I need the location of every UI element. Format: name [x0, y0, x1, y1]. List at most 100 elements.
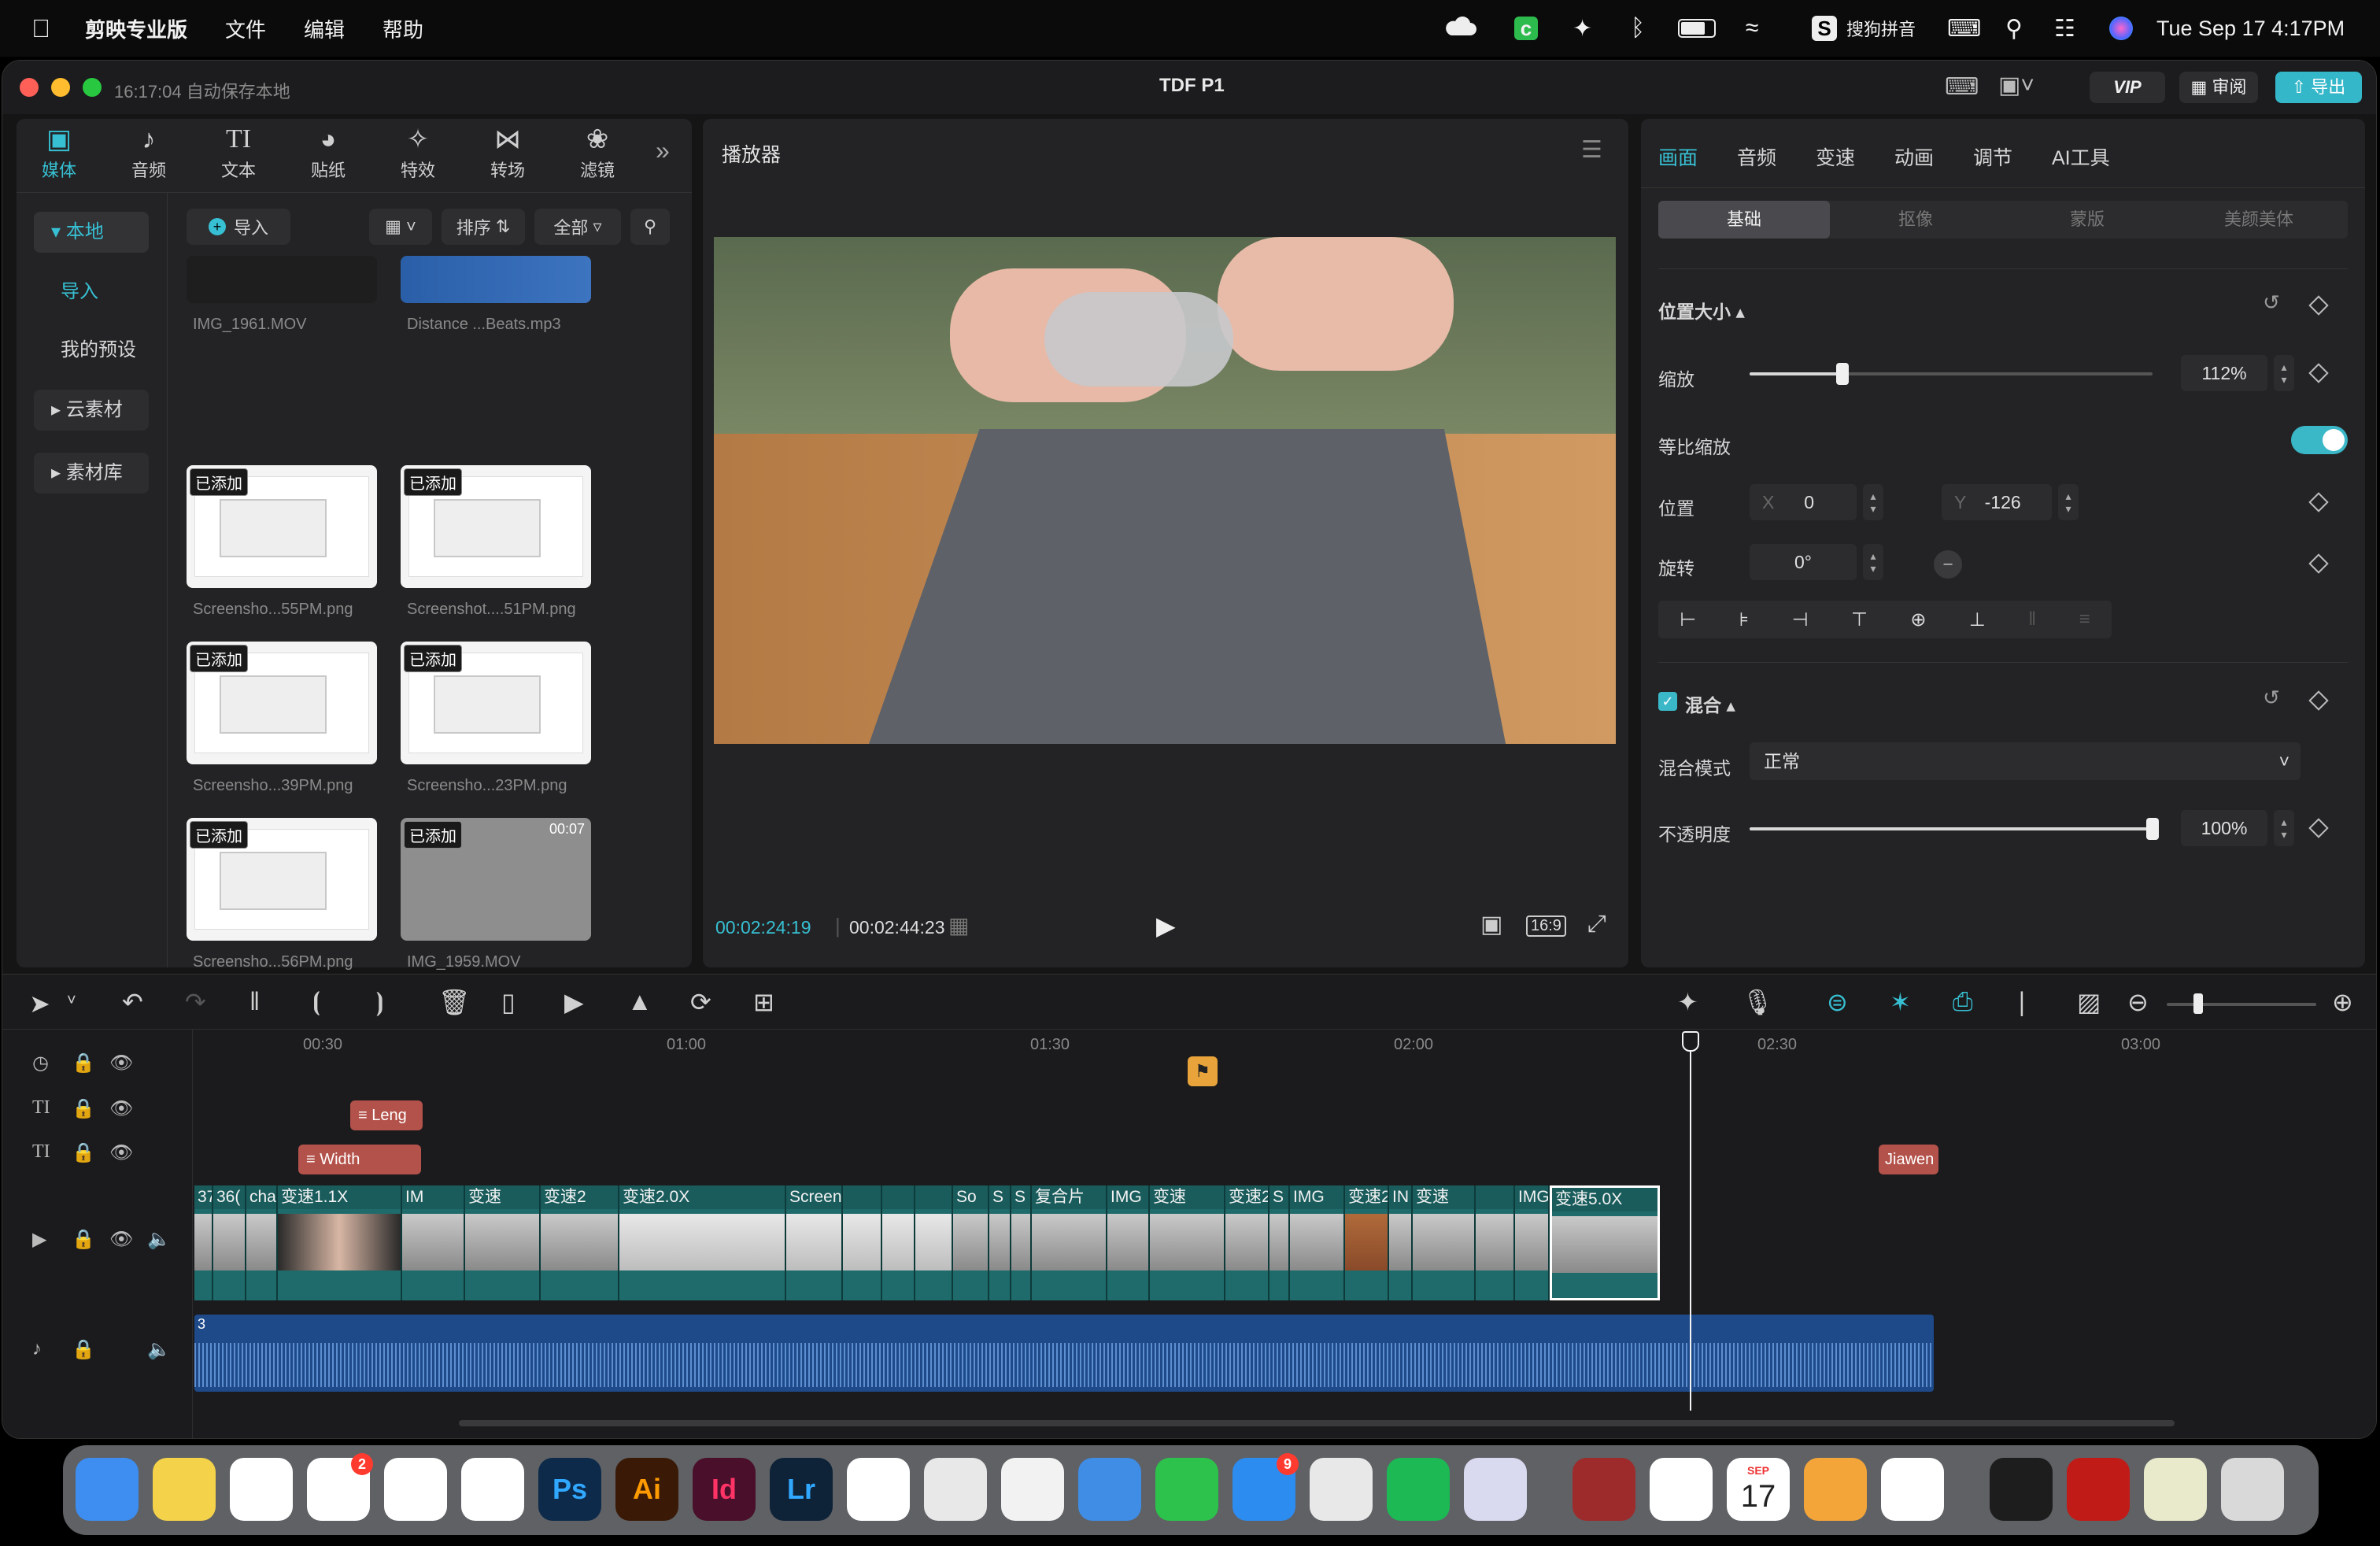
cloud-icon[interactable]: [1445, 0, 1476, 57]
linkage-icon[interactable]: ⎙: [1953, 987, 1973, 1017]
timecode-grid-icon[interactable]: ▦: [948, 912, 969, 938]
video-clip[interactable]: 变速: [1413, 1185, 1476, 1300]
align-center-v-icon[interactable]: ⊕: [1910, 608, 1926, 631]
auto-snap-icon[interactable]: ✶: [1890, 987, 1911, 1017]
video-clip[interactable]: S: [1011, 1185, 1032, 1300]
review-button[interactable]: ▦ 审阅: [2179, 72, 2258, 103]
keyframe-position-size-icon[interactable]: [2308, 295, 2329, 316]
sort-button[interactable]: 排序 ⇅: [442, 209, 525, 245]
shortcuts-icon[interactable]: ⌨: [1945, 73, 1979, 101]
lightroom-icon[interactable]: Lr: [770, 1458, 833, 1521]
distribute-h-icon[interactable]: ‖: [2028, 608, 2036, 631]
tab-audio[interactable]: ♪ 音频: [109, 122, 188, 182]
video-clip[interactable]: 变速: [465, 1185, 541, 1300]
illustrator-icon[interactable]: Ai: [615, 1458, 678, 1521]
rotate-input[interactable]: 0°: [1750, 544, 1857, 580]
eye-icon[interactable]: 👁: [109, 1141, 133, 1164]
media-thumbnail[interactable]: 已添加: [187, 465, 377, 588]
activity-monitor-icon[interactable]: [1990, 1458, 2053, 1521]
position-y-input[interactable]: Y -126: [1942, 484, 2052, 520]
tab-media[interactable]: ▣ 媒体: [20, 122, 98, 182]
main-track-magnet-icon[interactable]: ⊜: [1827, 987, 1848, 1017]
inkscape-icon[interactable]: [924, 1458, 987, 1521]
video-clip[interactable]: 变速2.0X: [619, 1185, 786, 1300]
mirror-icon[interactable]: ▲: [627, 987, 652, 1016]
reminders-icon[interactable]: 2: [307, 1453, 373, 1521]
speaker-icon[interactable]: 🔈: [147, 1338, 171, 1361]
media-thumbnail[interactable]: 已添加 00:07: [401, 818, 591, 941]
clock[interactable]: Tue Sep 17 4:17PM: [2156, 0, 2345, 57]
menu-edit[interactable]: 编辑: [304, 14, 345, 43]
tab-text[interactable]: TI 文本: [199, 122, 278, 182]
video-clip[interactable]: IMG: [1290, 1185, 1345, 1300]
timeline-scrollbar[interactable]: [459, 1420, 2175, 1426]
redo-icon[interactable]: ↷: [185, 987, 206, 1017]
rotate-stepper[interactable]: ▴ ▾: [1863, 544, 1883, 580]
media-thumbnail[interactable]: 已添加: [187, 642, 377, 764]
zoom-in-icon[interactable]: ⊕: [2332, 987, 2353, 1017]
trash-icon[interactable]: [2221, 1458, 2284, 1521]
capcut-icon[interactable]: [1881, 1458, 1944, 1521]
tab-speed[interactable]: 变速: [1816, 142, 1855, 171]
scale-slider-handle[interactable]: [1835, 363, 1849, 385]
lock-icon[interactable]: 🔒: [72, 1228, 95, 1251]
lock-icon[interactable]: 🔒: [72, 1052, 95, 1074]
scale-input[interactable]: 112%: [2181, 355, 2267, 391]
apple-icon[interactable]: : [31, 14, 50, 43]
battery-icon[interactable]: [1678, 0, 1716, 57]
video-clip[interactable]: 变速2: [1345, 1185, 1389, 1300]
ai-magic-icon[interactable]: ✦: [1677, 987, 1698, 1017]
video-clip[interactable]: [843, 1185, 882, 1300]
keyframe-opacity-icon[interactable]: [2308, 818, 2329, 838]
launchpad-icon[interactable]: [1464, 1458, 1527, 1521]
app-menu[interactable]: 剪映专业版: [85, 14, 187, 43]
split-right-icon[interactable]: ⦘: [375, 987, 384, 1017]
chevrons-right-icon[interactable]: »: [656, 136, 670, 165]
video-clip[interactable]: 变速2.0X: [1225, 1185, 1269, 1300]
minimize-window-button[interactable]: [51, 78, 70, 97]
lock-icon[interactable]: 🔒: [72, 1097, 95, 1120]
tab-effects[interactable]: ✧ 特效: [379, 122, 457, 182]
subtab-keying[interactable]: 抠像: [1830, 201, 2001, 239]
video-clip[interactable]: IMG: [1107, 1185, 1150, 1300]
tab-transition[interactable]: ⋈ 转场: [468, 122, 547, 182]
zoom-slider-handle[interactable]: [2193, 993, 2203, 1014]
timeline-ruler[interactable]: 00:30 01:00 01:30 02:00 02:30 03:00: [194, 1030, 2376, 1060]
keyboard-icon[interactable]: ⌨: [1947, 0, 1981, 57]
freeform-icon[interactable]: [230, 1458, 293, 1521]
tab-sticker[interactable]: ◕ 贴纸: [289, 122, 368, 182]
align-right-icon[interactable]: ⊣: [1792, 608, 1809, 631]
align-left-icon[interactable]: ⊢: [1680, 608, 1696, 631]
eye-icon[interactable]: 👁: [109, 1228, 133, 1251]
playhead-handle[interactable]: [1682, 1031, 1699, 1052]
select-tool-icon[interactable]: ➤: [29, 989, 50, 1019]
siri-icon[interactable]: [2109, 0, 2133, 57]
video-clip[interactable]: 变速: [1150, 1185, 1225, 1300]
split-icon[interactable]: ‖: [249, 987, 260, 1016]
blend-heading[interactable]: 混合 ▴: [1685, 690, 1735, 717]
video-clip[interactable]: 变速1.1X: [278, 1185, 402, 1300]
audio-clip[interactable]: 3: [194, 1315, 1934, 1392]
rotate-icon[interactable]: ⟳: [690, 987, 711, 1017]
video-clip[interactable]: [1476, 1185, 1515, 1300]
video-clip[interactable]: IM: [402, 1185, 465, 1300]
media-thumbnail[interactable]: 已添加: [401, 465, 591, 588]
sidebar-item-cloud[interactable]: ▸ 云素材: [34, 390, 149, 431]
opacity-slider-handle[interactable]: [2146, 818, 2159, 840]
photoshop-icon[interactable]: Ps: [538, 1458, 601, 1521]
timeline-zoom-slider[interactable]: [2167, 1003, 2316, 1006]
player-menu-icon[interactable]: ☰: [1581, 136, 1602, 164]
text-clip[interactable]: Jiawen: [1879, 1145, 1938, 1174]
lock-icon[interactable]: 🔒: [72, 1338, 95, 1361]
align-center-h-icon[interactable]: ⊧: [1739, 608, 1750, 631]
record-mic-icon[interactable]: 🎙: [1742, 987, 1774, 1017]
video-clip[interactable]: 变速5.0X: [1550, 1185, 1660, 1300]
subtab-mask[interactable]: 蒙版: [2001, 201, 2173, 239]
bluetooth-icon[interactable]: ᛒ: [1631, 0, 1645, 57]
keynote-icon[interactable]: [1078, 1458, 1141, 1521]
import-button[interactable]: + 导入: [187, 209, 290, 245]
fit-timeline-icon[interactable]: ▨: [2077, 987, 2101, 1017]
video-clip[interactable]: IMG: [1515, 1185, 1550, 1300]
filter-button[interactable]: 全部 ▿: [534, 209, 621, 245]
scale-stepper[interactable]: ▴ ▾: [2274, 355, 2294, 391]
